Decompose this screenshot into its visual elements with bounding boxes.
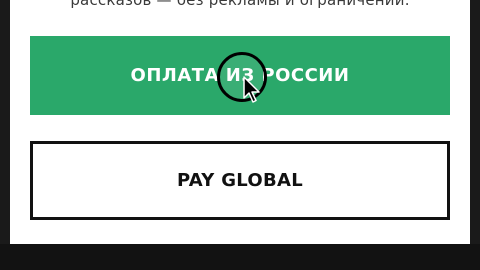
pay-global-label: PAY GLOBAL [176, 170, 304, 191]
payment-panel: рассказов — без рекламы и ограничений. О… [0, 0, 480, 244]
screen: рассказов — без рекламы и ограничений. О… [0, 0, 480, 270]
pay-global-button[interactable]: PAY GLOBAL [30, 141, 450, 220]
intro-text: рассказов — без рекламы и ограничений. [70, 0, 410, 9]
mouse-pointer-icon [243, 76, 260, 103]
left-border [0, 0, 10, 244]
right-border [470, 0, 480, 244]
bottom-bar [0, 244, 480, 270]
